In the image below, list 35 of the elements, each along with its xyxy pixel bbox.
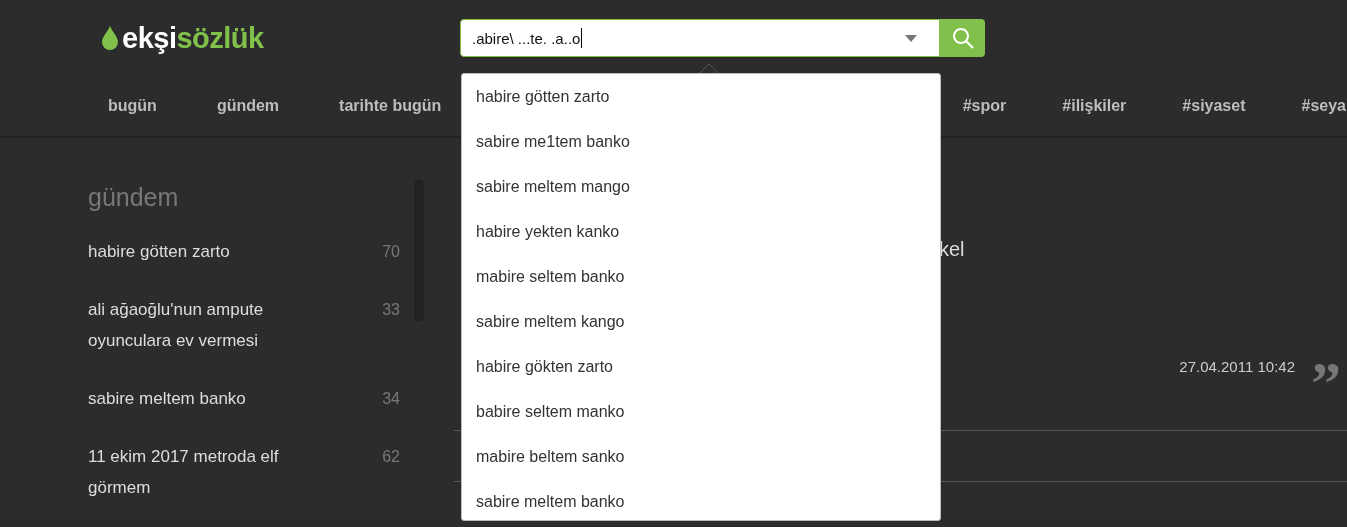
entry-count: 33 [382,300,400,320]
entry-date[interactable]: 27.04.2011 10:42 [1179,358,1295,375]
entry-count: 70 [382,242,400,262]
quote-mark: ” [1311,358,1341,408]
topic-link[interactable]: 11 ekim 2017 metroda elf görmem [88,441,298,503]
suggestion-item[interactable]: habire yekten kanko [462,217,940,262]
suggestion-item[interactable]: habire götten zarto [462,82,940,127]
topic-link[interactable]: sabire meltem banko [88,383,298,414]
entry-count: 34 [382,389,400,409]
nav-link[interactable]: tarihte bugün [339,97,442,115]
logo-text[interactable]: ekşisözlük [122,21,264,55]
entry-count: 62 [382,447,400,467]
search-button[interactable] [940,19,985,57]
search-field[interactable]: .abire\ ...te. .a..o [460,19,940,57]
dropdown-pointer [700,64,718,73]
suggestion-item[interactable]: mabire seltem banko [462,262,940,307]
sidebar-title: gündem [88,182,180,212]
drop-icon [102,26,118,50]
nav-link[interactable]: #seya [1301,97,1346,115]
suggestion-item[interactable]: mabire beltem sanko [462,442,940,487]
nav-link[interactable]: #ilişkiler [1062,97,1127,115]
suggestion-item[interactable]: habire gökten zarto [462,352,940,397]
nav-link[interactable]: #spor [962,97,1007,115]
topic-link[interactable]: ali ağaoğlu'nun ampute oyunculara ev vermesi [88,294,298,356]
nav-link[interactable]: gündem [216,97,280,115]
suggestion-item[interactable]: sabire meltem kango [462,307,940,352]
topic-link[interactable]: habire götten zarto [88,236,298,267]
suggestion-item[interactable]: babire seltem manko [462,397,940,442]
suggestion-item[interactable]: sabire meltem mango [462,172,940,217]
nav-link[interactable]: bugün [108,97,157,115]
suggestion-item[interactable]: sabire me1tem banko [462,127,940,172]
nav-link[interactable]: #siyaset [1182,97,1246,115]
caret-icon[interactable] [905,34,917,42]
search-icon [951,27,974,49]
suggestion-item[interactable]: sabire meltem banko [462,487,940,527]
